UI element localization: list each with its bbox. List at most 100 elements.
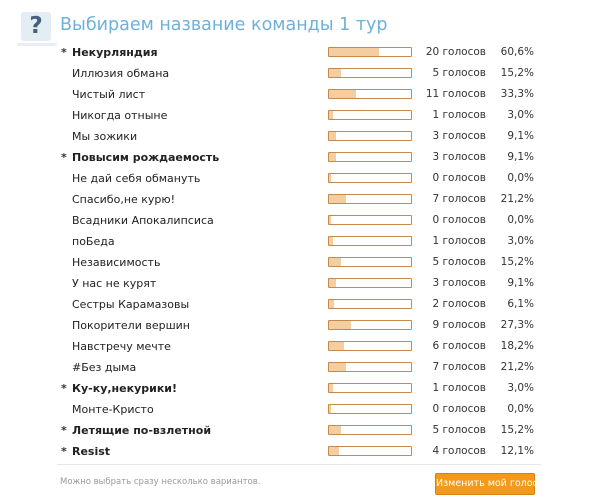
result-bar-fill [329, 321, 351, 329]
result-bar [328, 152, 412, 162]
poll-option-row: поБеда 1 голосов 3,0% [0, 231, 616, 252]
result-bar-fill [329, 426, 341, 434]
poll-option-row: У нас не курят 3 голосов 9,1% [0, 273, 616, 294]
vote-percent: 0,0% [507, 214, 534, 226]
vote-percent: 3,0% [507, 235, 534, 247]
poll-option-row: Монте-Кристо 0 голосов 0,0% [0, 399, 616, 420]
result-bar [328, 278, 412, 288]
result-bar-fill [329, 90, 356, 98]
divider [57, 464, 541, 465]
result-bar [328, 404, 412, 414]
result-bar-fill [329, 279, 336, 287]
result-bar-fill [329, 69, 341, 77]
vote-count: 0 голосов [432, 172, 486, 184]
poll-option-row: Покорители вершин 9 голосов 27,3% [0, 315, 616, 336]
vote-count: 0 голосов [432, 403, 486, 415]
result-bar-fill [329, 300, 334, 308]
poll-option-label: Resist [72, 445, 111, 458]
vote-count: 5 голосов [432, 256, 486, 268]
result-bar [328, 236, 412, 246]
result-bar [328, 257, 412, 267]
vote-count: 6 голосов [432, 340, 486, 352]
poll-option-row: Навстречу мечте 6 голосов 18,2% [0, 336, 616, 357]
vote-count: 2 голосов [432, 298, 486, 310]
vote-count: 3 голосов [432, 130, 486, 142]
result-bar-fill [329, 153, 336, 161]
result-bar [328, 341, 412, 351]
result-bar [328, 446, 412, 456]
change-vote-button[interactable]: Изменить мой голос [435, 473, 538, 495]
poll-option-label: Всадники Апокалипсиса [72, 214, 214, 227]
poll-option-label: Покорители вершин [72, 319, 190, 332]
poll-option-label: Монте-Кристо [72, 403, 154, 416]
result-bar-fill [329, 174, 331, 182]
poll-option-row: Не дай себя обмануть 0 голосов 0,0% [0, 168, 616, 189]
vote-percent: 21,2% [500, 193, 534, 205]
vote-percent: 0,0% [507, 403, 534, 415]
result-bar-fill [329, 363, 346, 371]
poll-option-row: Независимость 5 голосов 15,2% [0, 252, 616, 273]
vote-percent: 60,6% [500, 46, 534, 58]
vote-count: 3 голосов [432, 277, 486, 289]
result-bar [328, 68, 412, 78]
result-bar [328, 425, 412, 435]
vote-percent: 9,1% [507, 130, 534, 142]
vote-percent: 9,1% [507, 151, 534, 163]
poll-option-row: Иллюзия обмана 5 голосов 15,2% [0, 63, 616, 84]
poll-option-row: * Летящие по-взлетной 5 голосов 15,2% [0, 420, 616, 441]
result-bar-fill [329, 237, 333, 245]
vote-percent: 15,2% [500, 256, 534, 268]
my-vote-marker: * [61, 382, 67, 395]
vote-percent: 6,1% [507, 298, 534, 310]
result-bar-fill [329, 132, 336, 140]
vote-count: 1 голосов [432, 109, 486, 121]
result-bar [328, 131, 412, 141]
my-vote-marker: * [61, 151, 67, 164]
result-bar-fill [329, 195, 346, 203]
poll-option-label: Не дай себя обмануть [72, 172, 201, 185]
vote-count: 11 голосов [425, 88, 486, 100]
result-bar [328, 215, 412, 225]
vote-count: 9 голосов [432, 319, 486, 331]
result-bar-fill [329, 447, 339, 455]
vote-percent: 9,1% [507, 277, 534, 289]
result-bar [328, 362, 412, 372]
vote-percent: 15,2% [500, 424, 534, 436]
poll-title: Выбираем название команды 1 тур [60, 15, 388, 35]
poll-option-row: Всадники Апокалипсиса 0 голосов 0,0% [0, 210, 616, 231]
poll-option-row: Чистый лист 11 голосов 33,3% [0, 84, 616, 105]
vote-count: 1 голосов [432, 382, 486, 394]
poll-option-label: Некурляндия [72, 46, 158, 59]
result-bar-fill [329, 384, 333, 392]
poll-option-row: Спасибо,не курю! 7 голосов 21,2% [0, 189, 616, 210]
poll-option-label: У нас не курят [72, 277, 157, 290]
poll-option-label: Независимость [72, 256, 161, 269]
poll-option-label: Спасибо,не курю! [72, 193, 176, 206]
vote-count: 3 голосов [432, 151, 486, 163]
poll-option-label: Летящие по-взлетной [72, 424, 212, 437]
vote-percent: 18,2% [500, 340, 534, 352]
poll-option-label: Иллюзия обмана [72, 67, 170, 80]
result-bar-fill [329, 111, 333, 119]
poll-option-row: * Resist 4 голосов 12,1% [0, 441, 616, 462]
result-bar-fill [329, 216, 331, 224]
vote-count: 4 голосов [432, 445, 486, 457]
poll-option-row: Мы зожики 3 голосов 9,1% [0, 126, 616, 147]
poll-option-row: Никогда отныне 1 голосов 3,0% [0, 105, 616, 126]
result-bar-fill [329, 258, 341, 266]
result-bar [328, 110, 412, 120]
vote-percent: 3,0% [507, 109, 534, 121]
vote-percent: 27,3% [500, 319, 534, 331]
poll-option-row: * Повысим рождаемость 3 голосов 9,1% [0, 147, 616, 168]
vote-count: 20 голосов [425, 46, 486, 58]
vote-count: 1 голосов [432, 235, 486, 247]
vote-count: 5 голосов [432, 424, 486, 436]
vote-percent: 15,2% [500, 67, 534, 79]
poll-option-label: Никогда отныне [72, 109, 168, 122]
poll-option-label: Сестры Карамазовы [72, 298, 190, 311]
vote-count: 7 голосов [432, 193, 486, 205]
my-vote-marker: * [61, 445, 67, 458]
result-bar [328, 173, 412, 183]
vote-percent: 33,3% [500, 88, 534, 100]
poll-option-label: #Без дыма [72, 361, 137, 374]
